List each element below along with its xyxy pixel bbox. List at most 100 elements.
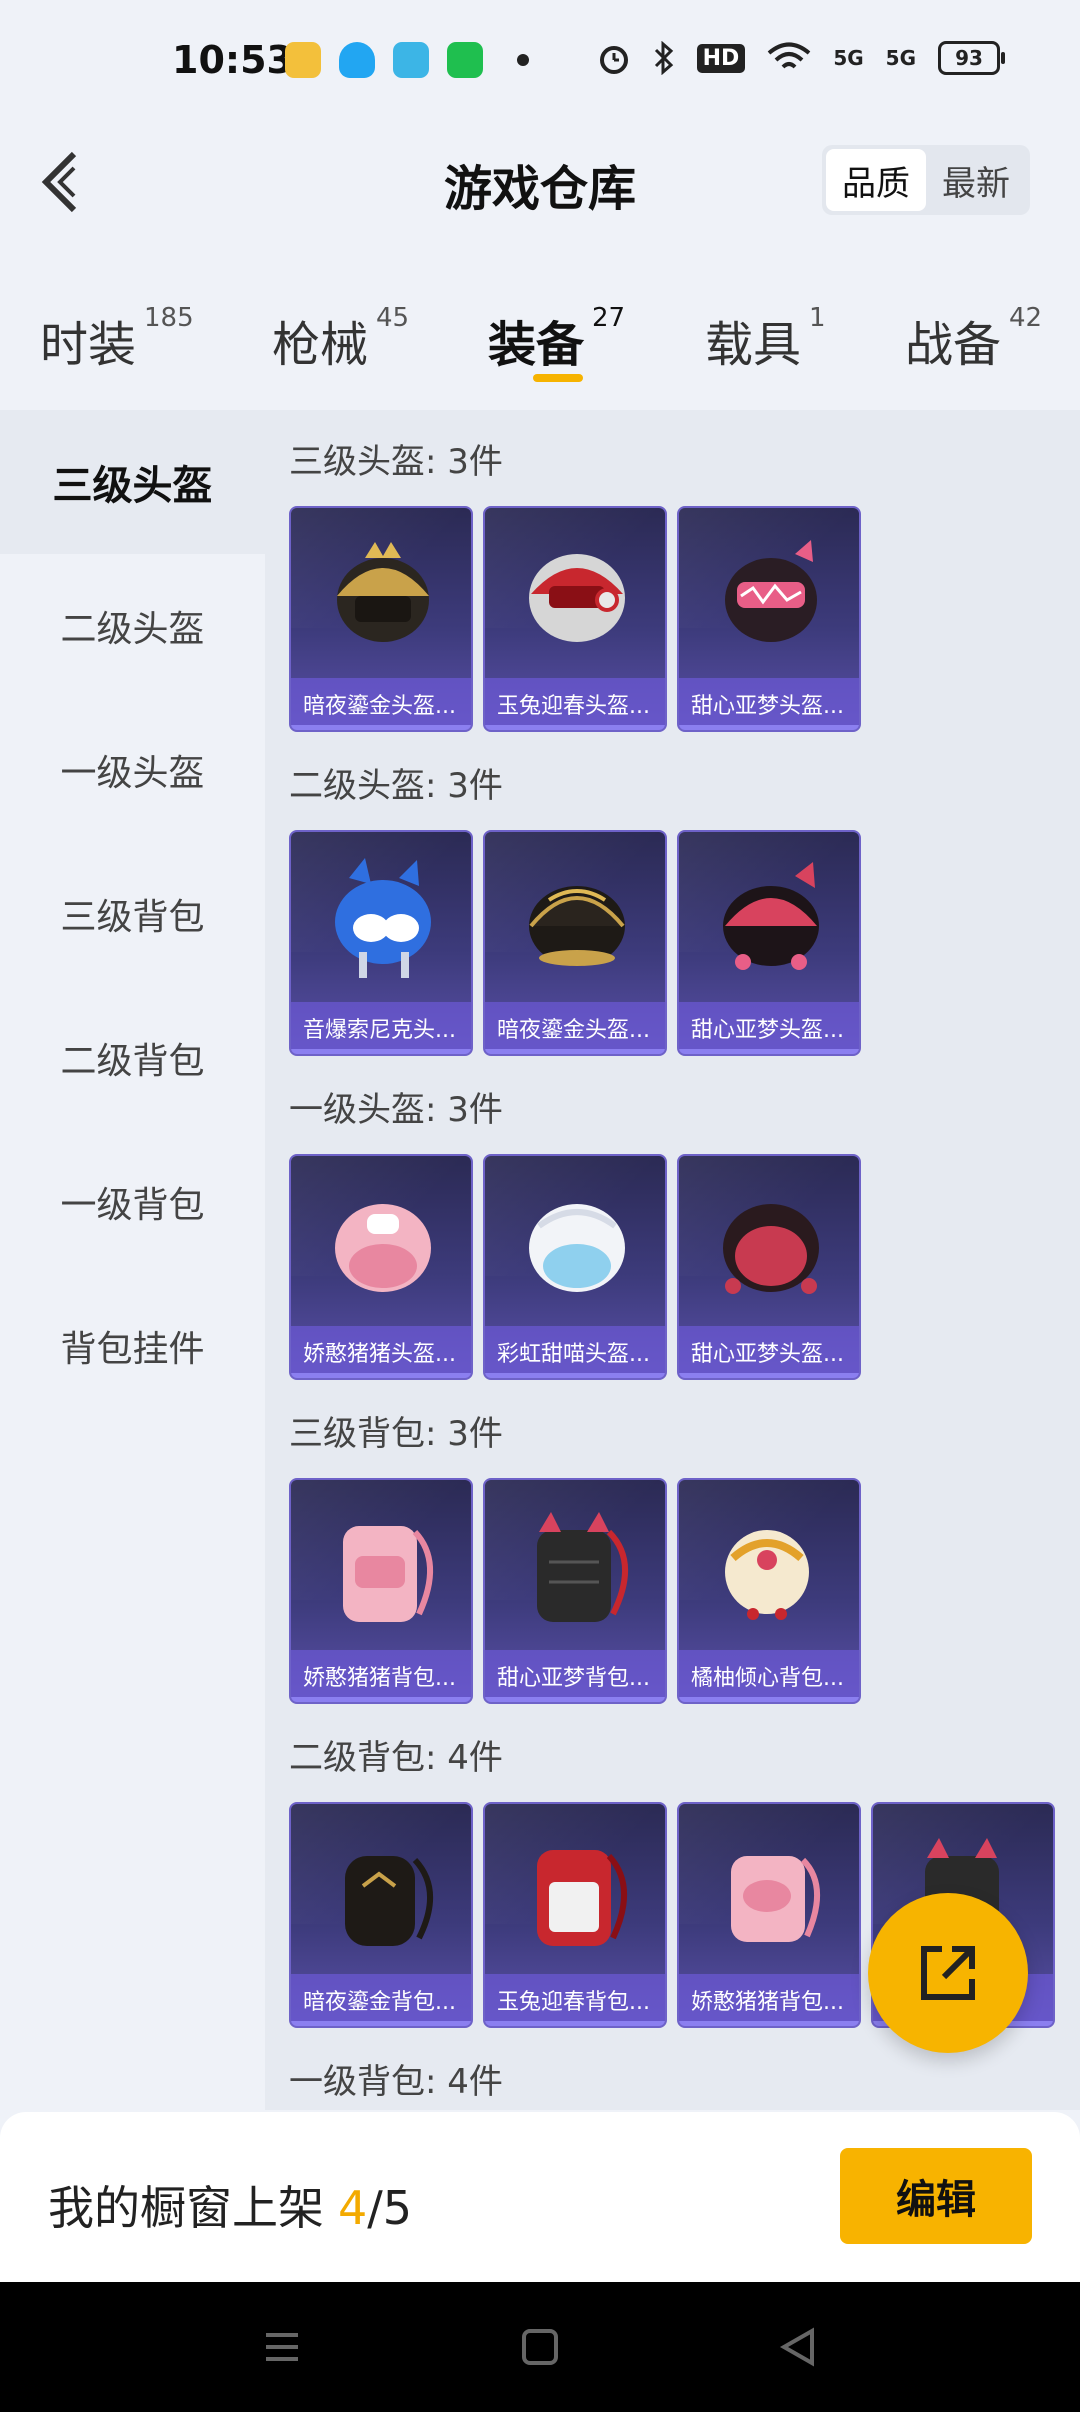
item-name: 玉兔迎春背包... xyxy=(485,1974,665,2026)
item-card[interactable]: 甜心亚梦头盔... xyxy=(677,1154,861,1380)
tab-label: 时装 xyxy=(40,317,137,373)
app-header: 游戏仓库 品质 最新 xyxy=(0,125,1080,235)
showcase-bar: 我的橱窗上架 4 /5 编辑 xyxy=(0,2112,1080,2282)
item-name: 甜心亚梦背包... xyxy=(485,1650,665,1702)
tab-count: 42 xyxy=(1009,303,1043,333)
item-name: 甜心亚梦头盔... xyxy=(679,1326,859,1378)
backpack-icon xyxy=(725,1530,809,1620)
notification-dot-icon xyxy=(517,54,529,66)
status-app-icons xyxy=(285,42,529,78)
item-card[interactable]: 玉兔迎春头盔... xyxy=(483,506,667,732)
menu-icon xyxy=(266,2333,298,2361)
tab-count: 27 xyxy=(592,303,626,333)
item-card[interactable]: 暗夜鎏金头盔... xyxy=(289,506,473,732)
tab-label: 战备 xyxy=(905,317,1002,373)
alarm-icon xyxy=(599,46,628,74)
item-card[interactable]: 音爆索尼克头... xyxy=(289,830,473,1056)
tab-weapons[interactable]: 枪械 45 xyxy=(272,303,410,375)
system-back-button[interactable] xyxy=(773,2322,823,2372)
item-name: 娇憨猪猪背包... xyxy=(679,1974,859,2026)
tab-vehicles[interactable]: 载具 1 xyxy=(705,303,826,375)
item-card[interactable]: 彩虹甜喵头盔... xyxy=(483,1154,667,1380)
item-name: 暗夜鎏金背包... xyxy=(291,1974,471,2026)
item-card[interactable]: 甜心亚梦背包... xyxy=(483,1478,667,1704)
item-card[interactable]: 娇憨猪猪背包... xyxy=(677,1802,861,2028)
status-time: 10:53 xyxy=(172,38,293,82)
menu-button[interactable] xyxy=(257,2322,307,2372)
tab-fashion[interactable]: 时装 185 xyxy=(40,303,194,375)
section-title: 三级背包: 3件 xyxy=(289,1414,503,1454)
tab-label: 装备 xyxy=(488,317,585,373)
sidebar-item-backpack-1[interactable]: 一级背包 xyxy=(0,1130,265,1274)
sidebar-item-backpack-3[interactable]: 三级背包 xyxy=(0,842,265,986)
sidebar-item-helmet-3[interactable]: 三级头盔 xyxy=(0,410,265,554)
battery-level: 93 xyxy=(955,46,983,70)
helmet-icon xyxy=(529,886,625,966)
signal-5g-icon: 5G xyxy=(833,46,864,70)
home-button[interactable] xyxy=(515,2322,565,2372)
sidebar-item-backpack-2[interactable]: 二级背包 xyxy=(0,986,265,1130)
item-name: 彩虹甜喵头盔... xyxy=(485,1326,665,1378)
section-title: 三级头盔: 3件 xyxy=(289,442,503,482)
active-tab-indicator xyxy=(533,374,583,382)
item-name: 娇憨猪猪背包... xyxy=(291,1650,471,1702)
backpack-icon xyxy=(537,1850,627,1946)
item-card[interactable]: 橘柚倾心背包... xyxy=(677,1478,861,1704)
sort-newest-button[interactable]: 最新 xyxy=(926,149,1026,211)
section-title: 一级头盔: 3件 xyxy=(289,1090,503,1130)
item-name: 暗夜鎏金头盔... xyxy=(291,678,471,730)
item-name: 甜心亚梦头盔... xyxy=(679,678,859,730)
backpack-icon xyxy=(345,1856,433,1946)
item-card[interactable]: 暗夜鎏金背包... xyxy=(289,1802,473,2028)
backpack-icon xyxy=(537,1512,628,1622)
sidebar: 三级头盔 二级头盔 一级头盔 三级背包 二级背包 一级背包 背包挂件 xyxy=(0,410,265,2110)
item-grid: 三级头盔: 3件 暗夜鎏金头盔... 玉兔迎春头盔... 甜心亚梦头盔... 二… xyxy=(265,410,1080,2110)
helmet-icon xyxy=(337,542,429,642)
item-card[interactable]: 甜心亚梦头盔... xyxy=(677,830,861,1056)
item-name: 玉兔迎春头盔... xyxy=(485,678,665,730)
home-icon xyxy=(522,2329,558,2365)
section-title: 一级背包: 4件 xyxy=(289,2062,503,2102)
showcase-total: /5 xyxy=(367,2181,413,2235)
edit-button[interactable]: 编辑 xyxy=(840,2148,1032,2244)
item-name: 音爆索尼克头... xyxy=(291,1002,471,1054)
helmet-icon xyxy=(723,1204,819,1294)
helmet-icon xyxy=(529,1204,625,1292)
tab-gear[interactable]: 战备 42 xyxy=(905,303,1043,375)
tab-equipment[interactable]: 装备 27 xyxy=(488,303,626,375)
backpack-icon xyxy=(731,1856,820,1942)
section-title: 二级背包: 4件 xyxy=(289,1738,503,1778)
item-card[interactable]: 娇憨猪猪头盔... xyxy=(289,1154,473,1380)
share-icon xyxy=(921,1946,975,2000)
tab-count: 45 xyxy=(376,303,410,333)
helmet-icon xyxy=(725,540,817,642)
item-card[interactable]: 娇憨猪猪背包... xyxy=(289,1478,473,1704)
sort-toggle: 品质 最新 xyxy=(822,145,1030,215)
message-icon xyxy=(447,42,483,78)
sort-quality-button[interactable]: 品质 xyxy=(826,149,926,211)
qq-icon xyxy=(339,42,375,78)
item-card[interactable]: 玉兔迎春背包... xyxy=(483,1802,667,2028)
game-app-icon xyxy=(285,42,321,78)
item-name: 甜心亚梦头盔... xyxy=(679,1002,859,1054)
sidebar-item-pendant[interactable]: 背包挂件 xyxy=(0,1274,265,1418)
bluetooth-icon xyxy=(654,41,673,75)
app-icon xyxy=(393,42,429,78)
backpack-icon xyxy=(343,1526,433,1622)
showcase-status: 我的橱窗上架 4 /5 xyxy=(48,2172,412,2238)
item-card[interactable]: 甜心亚梦头盔... xyxy=(677,506,861,732)
item-card[interactable]: 暗夜鎏金头盔... xyxy=(483,830,667,1056)
item-name: 暗夜鎏金头盔... xyxy=(485,1002,665,1054)
helmet-icon xyxy=(335,858,431,978)
battery-icon: 93 xyxy=(938,41,1005,75)
system-nav-bar xyxy=(0,2282,1080,2412)
section-title: 二级头盔: 3件 xyxy=(289,766,503,806)
tab-label: 枪械 xyxy=(272,317,369,373)
status-bar: 10:53 HD 5G 5G 93 xyxy=(0,0,1080,125)
sidebar-item-helmet-1[interactable]: 一级头盔 xyxy=(0,698,265,842)
sidebar-item-helmet-2[interactable]: 二级头盔 xyxy=(0,554,265,698)
tab-count: 185 xyxy=(144,303,194,333)
share-button[interactable] xyxy=(868,1893,1028,2053)
category-tabs: 时装 185 枪械 45 装备 27 载具 1 战备 42 xyxy=(0,285,1080,405)
item-name: 娇憨猪猪头盔... xyxy=(291,1326,471,1378)
